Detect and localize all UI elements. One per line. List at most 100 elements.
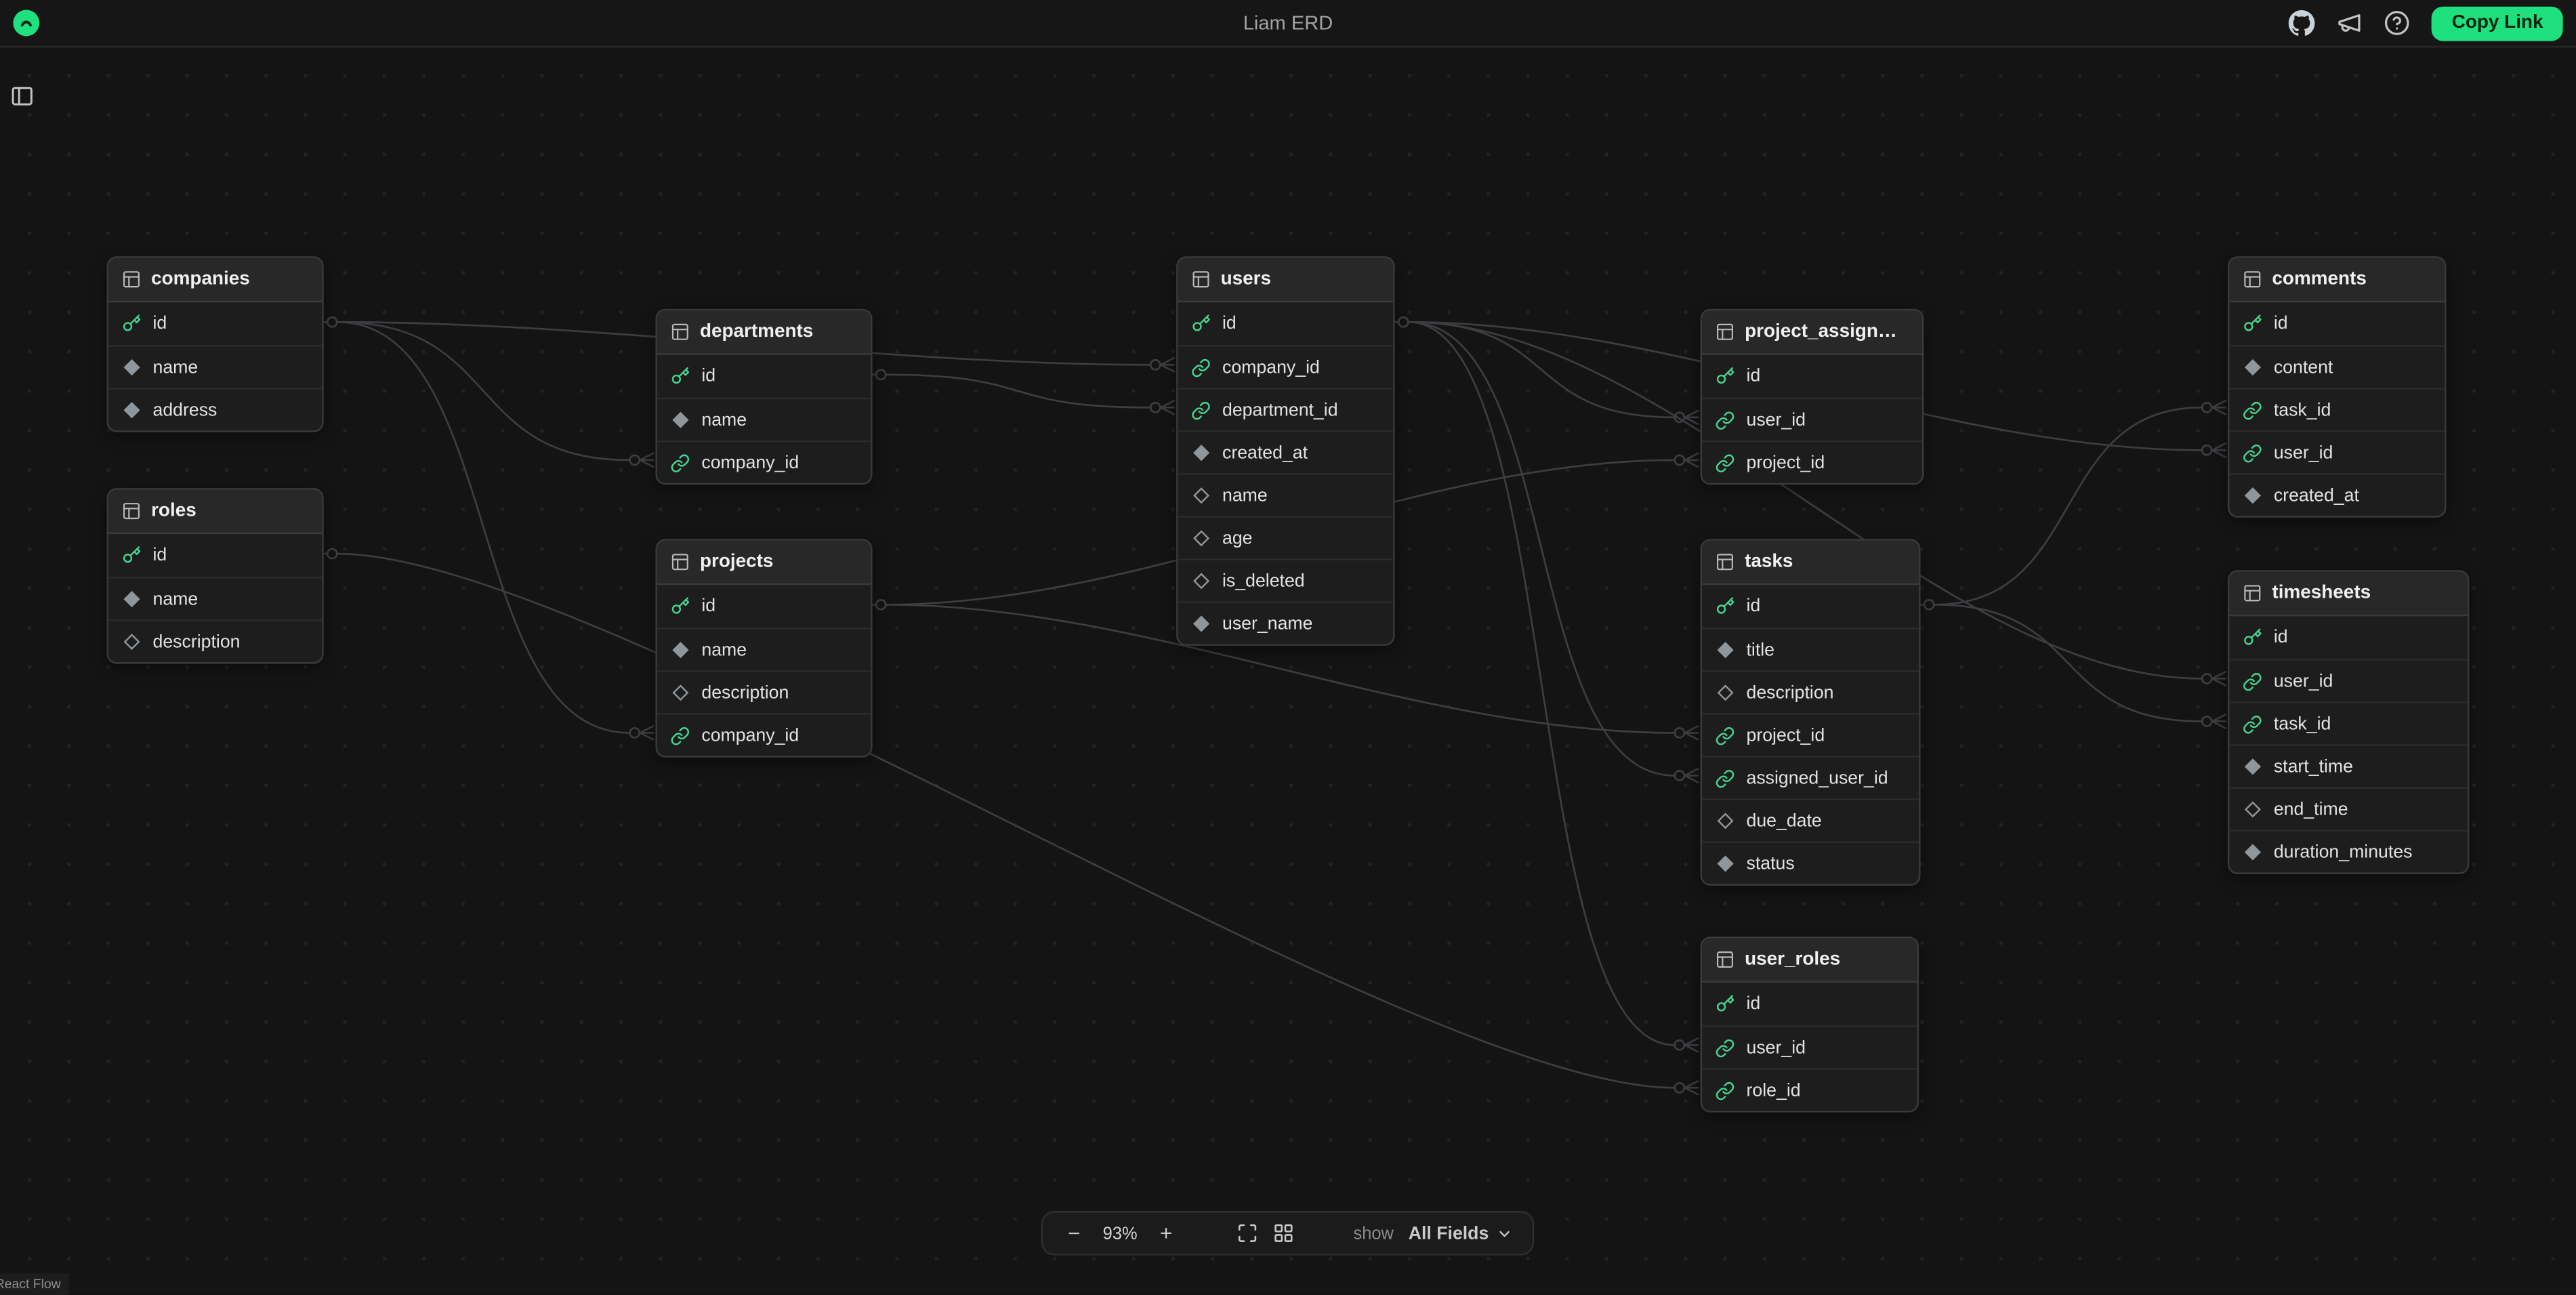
- column-name: role_id: [1747, 1080, 1801, 1100]
- table-tasks[interactable]: tasksidtitledescriptionproject_idassigne…: [1701, 539, 1921, 886]
- column-row-created_at[interactable]: created_at: [1178, 430, 1394, 473]
- chevron-down-icon: [1497, 1225, 1513, 1241]
- table-header[interactable]: users: [1178, 258, 1394, 302]
- column-name: id: [1747, 367, 1761, 386]
- column-row-company_id[interactable]: company_id: [657, 440, 871, 483]
- column-row-task_id[interactable]: task_id: [2229, 388, 2445, 430]
- column-name: age: [1222, 529, 1253, 548]
- column-row-name[interactable]: name: [1178, 473, 1394, 516]
- column-row-role_id[interactable]: role_id: [1702, 1068, 1917, 1111]
- column-row-id[interactable]: id: [2229, 616, 2468, 659]
- column-row-name[interactable]: name: [108, 577, 322, 619]
- table-departments[interactable]: departmentsidname company_id: [655, 309, 872, 485]
- column-row-created_at[interactable]: created_at: [2229, 473, 2445, 516]
- column-name: id: [2274, 628, 2288, 647]
- column-row-end_time[interactable]: end_time: [2229, 787, 2468, 829]
- react-flow-attribution[interactable]: React Flow: [0, 1273, 69, 1295]
- table-header[interactable]: project_assignments: [1702, 310, 1922, 354]
- column-row-id[interactable]: id: [1702, 983, 1917, 1025]
- foreign-key-icon: [1715, 768, 1734, 788]
- table-header[interactable]: roles: [108, 490, 322, 534]
- tidy-up-button[interactable]: [1273, 1222, 1295, 1244]
- table-project_assignments[interactable]: project_assignmentsid user_id project_id: [1701, 309, 1924, 485]
- column-row-user_id[interactable]: user_id: [2229, 430, 2445, 473]
- nullable-diamond-icon: [121, 632, 141, 651]
- column-row-user_id[interactable]: user_id: [2229, 659, 2468, 701]
- table-users[interactable]: usersidcompany_iddepartment_idcreated_at…: [1176, 256, 1394, 646]
- column-row-status[interactable]: status: [1702, 841, 1919, 884]
- table-timesheets[interactable]: timesheets id user_id task_id start_timeend_…: [2228, 570, 2469, 874]
- column-row-address[interactable]: address: [108, 388, 322, 430]
- table-header[interactable]: comments: [2229, 258, 2445, 302]
- foreign-key-icon: [2243, 400, 2262, 419]
- column-row-due_date[interactable]: due_date: [1702, 798, 1919, 841]
- sidebar-toggle-button[interactable]: [10, 84, 35, 114]
- github-button[interactable]: [2289, 10, 2316, 37]
- column-row-task_id[interactable]: task_id: [2229, 701, 2468, 744]
- table-header[interactable]: companies: [108, 258, 322, 302]
- copy-link-button[interactable]: Copy Link: [2432, 5, 2563, 40]
- column-row-id[interactable]: id: [108, 302, 322, 345]
- column-row-description[interactable]: description: [657, 670, 871, 713]
- column-name: task_id: [2274, 714, 2331, 734]
- column-row-name[interactable]: name: [657, 398, 871, 440]
- column-row-description[interactable]: description: [1702, 670, 1919, 713]
- column-row-id[interactable]: id: [657, 585, 871, 628]
- table-icon: [1715, 322, 1734, 342]
- column-row-assigned_user_id[interactable]: assigned_user_id: [1702, 756, 1919, 798]
- column-row-department_id[interactable]: department_id: [1178, 388, 1394, 430]
- table-comments[interactable]: comments idcontenttask_iduser_idcreated_a…: [2228, 256, 2446, 518]
- column-row-is_deleted[interactable]: is_deleted: [1178, 558, 1394, 601]
- column-row-project_id[interactable]: project_id: [1702, 440, 1922, 483]
- foreign-key-icon: [2243, 443, 2262, 462]
- column-row-user_id[interactable]: user_id: [1702, 1025, 1917, 1068]
- column-row-user_name[interactable]: user_name: [1178, 601, 1394, 644]
- column-row-age[interactable]: age: [1178, 516, 1394, 558]
- table-icon: [670, 552, 690, 572]
- fields-filter-button[interactable]: All Fields: [1409, 1223, 1514, 1243]
- zoom-in-button[interactable]: +: [1155, 1222, 1178, 1244]
- column-row-id[interactable]: id: [1702, 355, 1922, 398]
- column-row-company_id[interactable]: company_id: [657, 713, 871, 756]
- table-name: comments: [2272, 270, 2366, 289]
- fields-filter-value: All Fields: [1409, 1223, 1489, 1243]
- not-null-diamond-icon: [1715, 640, 1734, 659]
- column-row-id[interactable]: id: [2229, 302, 2445, 345]
- column-row-description[interactable]: description: [108, 619, 322, 662]
- table-projects[interactable]: projectsidnamedescriptioncompany_id: [655, 539, 872, 757]
- table-icon: [121, 270, 141, 289]
- column-name: user_name: [1222, 614, 1312, 634]
- column-row-start_time[interactable]: start_time: [2229, 744, 2468, 787]
- table-header[interactable]: departments: [657, 310, 871, 354]
- table-roles[interactable]: rolesidnamedescription: [107, 488, 324, 663]
- releases-button[interactable]: [2337, 10, 2363, 37]
- fit-view-button[interactable]: [1237, 1222, 1258, 1244]
- column-row-duration_minutes[interactable]: duration_minutes: [2229, 829, 2468, 872]
- table-icon: [670, 322, 690, 342]
- column-row-project_id[interactable]: project_id: [1702, 713, 1919, 756]
- column-row-name[interactable]: name: [657, 628, 871, 670]
- column-row-id[interactable]: id: [1702, 585, 1919, 628]
- column-row-id[interactable]: id: [108, 534, 322, 577]
- table-header[interactable]: projects: [657, 541, 871, 585]
- column-name: id: [1747, 994, 1761, 1014]
- table-header[interactable]: user_roles: [1702, 939, 1917, 983]
- column-name: project_id: [1747, 453, 1825, 472]
- column-row-content[interactable]: content: [2229, 345, 2445, 388]
- column-name: company_id: [701, 453, 799, 472]
- not-null-diamond-icon: [2243, 757, 2262, 777]
- column-row-id[interactable]: id: [657, 355, 871, 398]
- column-row-user_id[interactable]: user_id: [1702, 398, 1922, 440]
- table-user_roles[interactable]: user_rolesid user_id role_id: [1701, 937, 1919, 1112]
- column-row-title[interactable]: title: [1702, 628, 1919, 670]
- column-name: assigned_user_id: [1747, 768, 1888, 788]
- table-header[interactable]: tasks: [1702, 541, 1919, 585]
- column-row-company_id[interactable]: company_id: [1178, 345, 1394, 388]
- column-row-name[interactable]: name: [108, 345, 322, 388]
- zoom-out-button[interactable]: −: [1062, 1222, 1085, 1244]
- table-header[interactable]: timesheets: [2229, 572, 2468, 616]
- table-companies[interactable]: companiesidnameaddress: [107, 256, 324, 432]
- foreign-key-icon: [2243, 714, 2262, 734]
- column-row-id[interactable]: id: [1178, 302, 1394, 345]
- help-button[interactable]: [2384, 10, 2411, 37]
